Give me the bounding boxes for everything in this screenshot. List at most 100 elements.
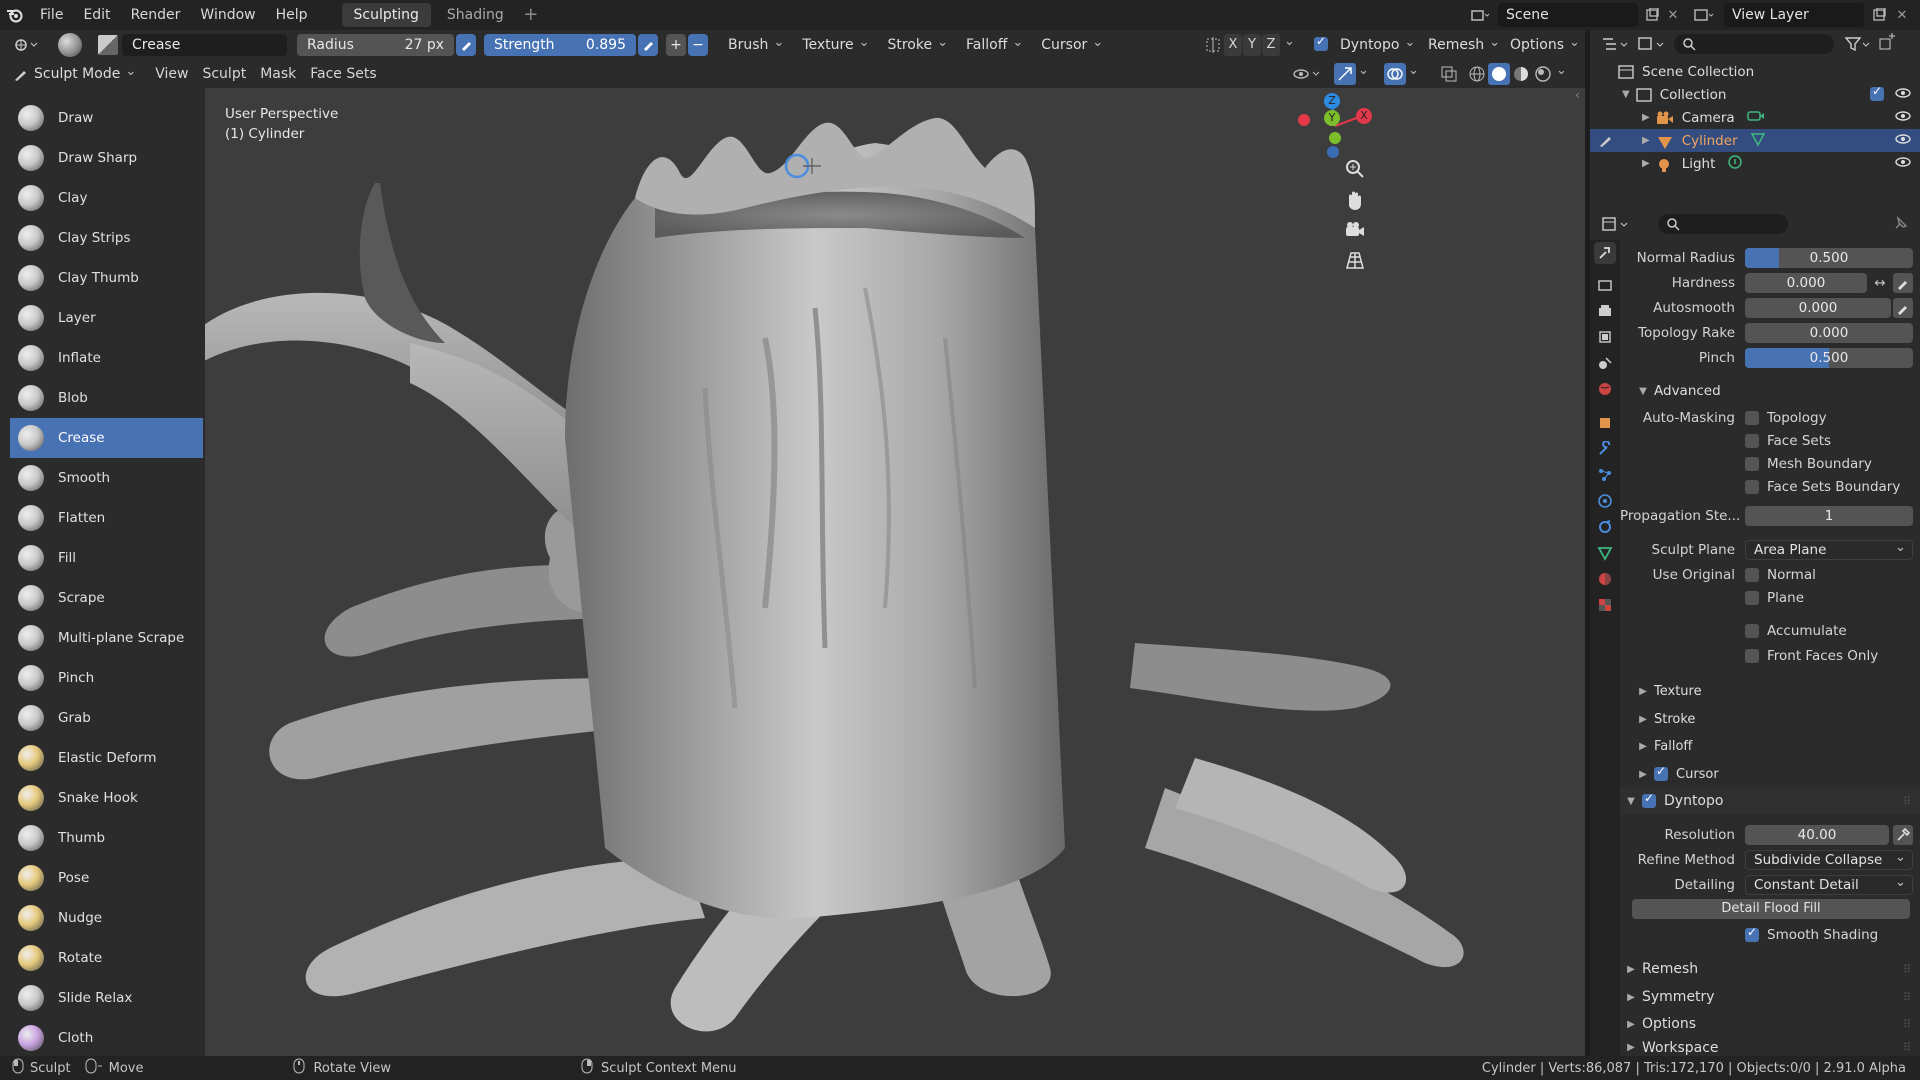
menu-window[interactable]: Window [190, 0, 265, 30]
tool-inflate[interactable]: Inflate [10, 338, 203, 378]
hardness-pressure-icon[interactable] [1893, 273, 1913, 293]
tool-draw[interactable]: Draw [10, 98, 203, 138]
topology-rake-slider[interactable]: 0.000 [1745, 323, 1913, 343]
view-layer-browse-icon[interactable] [1692, 4, 1716, 26]
delete-scene-icon[interactable]: ✕ [1661, 4, 1685, 26]
tool-snake-hook[interactable]: Snake Hook [10, 778, 203, 818]
propagation-steps-field[interactable]: 1 [1745, 506, 1913, 526]
particles-tab-icon[interactable] [1594, 464, 1616, 486]
texture-section-header[interactable]: ▶ Texture [1632, 678, 1920, 704]
modifier-tab-icon[interactable] [1594, 438, 1616, 460]
menu-file[interactable]: File [30, 0, 73, 30]
advanced-section-header[interactable]: ▼ Advanced [1632, 378, 1920, 404]
tool-scrape[interactable]: Scrape [10, 578, 203, 618]
direction-add-icon[interactable]: + [666, 34, 686, 56]
menu-render[interactable]: Render [121, 0, 191, 30]
autosmooth-slider[interactable]: 0.000 [1745, 298, 1891, 318]
blender-logo-icon[interactable] [0, 0, 30, 30]
options-section-header[interactable]: ▶ Options ⠿ [1620, 1011, 1920, 1037]
falloff-menu[interactable]: Falloff [960, 34, 1029, 56]
tool-fill[interactable]: Fill [10, 538, 203, 578]
radius-slider[interactable]: Radius 27 px [297, 34, 454, 56]
tool-clay[interactable]: Clay [10, 178, 203, 218]
tool-cloth[interactable]: Cloth [10, 1018, 203, 1058]
shading-options-chevron-icon[interactable]: ⌄ [1556, 63, 1572, 85]
outliner-item-cylinder[interactable]: ▶ Cylinder [1590, 129, 1920, 152]
remesh-section-header[interactable]: ▶ Remesh ⠿ [1620, 956, 1920, 982]
outliner-search-input[interactable] [1674, 34, 1834, 54]
strength-slider[interactable]: Strength 0.895 [484, 34, 636, 56]
tool-tab-icon[interactable] [1594, 242, 1616, 264]
tool-thumb[interactable]: Thumb [10, 818, 203, 858]
tool-blob[interactable]: Blob [10, 378, 203, 418]
tool-clay-strips[interactable]: Clay Strips [10, 218, 203, 258]
tool-draw-sharp[interactable]: Draw Sharp [10, 138, 203, 178]
gizmo-z-axis[interactable]: Z [1324, 93, 1340, 109]
detail-flood-fill-button[interactable]: Detail Flood Fill [1632, 899, 1910, 919]
sculpt-plane-dropdown[interactable]: Area Plane [1745, 538, 1913, 560]
world-tab-icon[interactable] [1594, 378, 1616, 400]
tool-elastic-deform[interactable]: Elastic Deform [10, 738, 203, 778]
gizmo-toggle-icon[interactable] [1334, 63, 1356, 85]
strength-pressure-icon[interactable] [638, 34, 658, 56]
editor-type-icon[interactable] [8, 34, 46, 56]
tool-crease[interactable]: Crease [10, 418, 203, 458]
cursor-section-header[interactable]: ▶ Cursor [1632, 761, 1920, 787]
face-sets-boundary-checkbox[interactable] [1745, 480, 1759, 494]
cylinder-visibility-eye-icon[interactable] [1895, 130, 1911, 152]
new-view-layer-icon[interactable] [1867, 4, 1891, 26]
symmetry-drag-handle-icon[interactable]: ⠿ [1903, 991, 1911, 1004]
overlays-toggle-icon[interactable] [1384, 63, 1406, 85]
radius-pressure-icon[interactable] [456, 34, 476, 56]
visibility-toggle-icon[interactable] [1292, 63, 1326, 85]
view-menu[interactable]: View [148, 66, 195, 82]
tool-flatten[interactable]: Flatten [10, 498, 203, 538]
autosmooth-pressure-icon[interactable] [1893, 298, 1913, 318]
display-mode-icon[interactable] [1636, 33, 1666, 55]
new-collection-icon[interactable] [1876, 33, 1898, 55]
workspace-section-header[interactable]: ▶ Workspace ⠿ [1620, 1039, 1920, 1056]
physics-tab-icon[interactable] [1594, 490, 1616, 512]
accumulate-checkbox[interactable] [1745, 624, 1759, 638]
dyntopo-drag-handle-icon[interactable]: ⠿ [1903, 795, 1911, 808]
texture-tab-icon[interactable] [1594, 594, 1616, 616]
workspace-tab-sculpting[interactable]: Sculpting [341, 3, 431, 27]
smooth-shading-checkbox[interactable] [1745, 925, 1759, 942]
sculpt-menu[interactable]: Sculpt [195, 66, 253, 82]
remesh-drag-handle-icon[interactable]: ⠿ [1903, 963, 1911, 976]
view-layer-field[interactable]: View Layer [1724, 3, 1864, 27]
gizmo-x-axis[interactable]: X [1356, 108, 1372, 124]
outliner-scene-collection[interactable]: Scene Collection [1590, 60, 1920, 83]
refine-method-dropdown[interactable]: Subdivide Collapse [1745, 848, 1913, 870]
collection-expand-icon[interactable]: ▼ [1622, 89, 1630, 100]
face-sets-menu[interactable]: Face Sets [303, 66, 383, 82]
hardness-slider[interactable]: 0.000 [1745, 273, 1867, 293]
collection-exclude-checkbox[interactable] [1870, 84, 1884, 101]
output-tab-icon[interactable] [1594, 300, 1616, 322]
scene-browse-icon[interactable] [1468, 4, 1492, 26]
data-tab-icon[interactable] [1594, 542, 1616, 564]
filter-icon[interactable] [1844, 33, 1872, 55]
camera-view-icon[interactable] [1343, 218, 1367, 242]
dyntopo-menu[interactable]: Dyntopo [1334, 34, 1421, 56]
navigation-gizmo[interactable]: X Z Y [1290, 88, 1380, 166]
constraints-tab-icon[interactable] [1594, 516, 1616, 538]
wireframe-shading-icon[interactable] [1466, 63, 1488, 85]
mask-menu[interactable]: Mask [253, 66, 303, 82]
scene-tab-icon[interactable] [1594, 352, 1616, 374]
symmetry-x-toggle[interactable]: X [1224, 34, 1242, 56]
tool-pose[interactable]: Pose [10, 858, 203, 898]
stroke-section-header[interactable]: ▶ Stroke [1632, 706, 1920, 732]
symmetry-icon[interactable] [1204, 34, 1222, 56]
scene-name-field[interactable]: Scene [1498, 3, 1638, 27]
workspace-tab-shading[interactable]: Shading [435, 3, 516, 27]
gizmo-options-chevron-icon[interactable]: ⌄ [1358, 63, 1374, 85]
dyntopo-section-checkbox[interactable] [1642, 791, 1656, 808]
rendered-shading-icon[interactable] [1532, 63, 1554, 85]
dyntopo-section-header[interactable]: ▼ Dyntopo ⠿ [1620, 788, 1920, 814]
texture-menu[interactable]: Texture [796, 34, 875, 56]
use-original-plane-checkbox[interactable] [1745, 591, 1759, 605]
sidebar-collapse-icon[interactable]: ‹ [1575, 88, 1585, 108]
hardness-invert-icon[interactable]: ↔ [1869, 275, 1891, 291]
camera-visibility-eye-icon[interactable] [1895, 107, 1911, 129]
